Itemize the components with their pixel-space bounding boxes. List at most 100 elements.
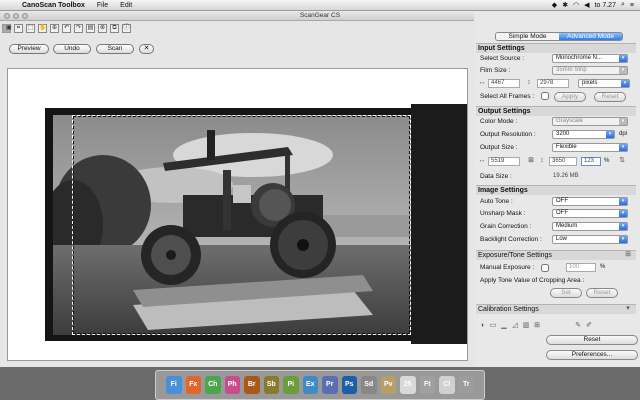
move-icon[interactable]: ✋ (38, 23, 47, 33)
crop-icon[interactable]: ⌗ (14, 23, 23, 33)
final-review-icon[interactable]: ⊞ (533, 322, 541, 330)
output-size-label: Output Size : (480, 144, 518, 151)
select-all-icon[interactable]: ⬚ (26, 23, 35, 33)
unsharp-mask-value: OFF (556, 210, 568, 216)
manual-exposure-unit: % (600, 264, 606, 270)
close-window-icon[interactable] (4, 13, 10, 19)
clear-icon[interactable]: ✕ (139, 44, 154, 54)
auto-crop-icon[interactable]: ▤ (86, 23, 95, 33)
rotate-right-icon[interactable]: ↷ (74, 23, 83, 33)
histogram-icon[interactable]: ▁ (500, 322, 508, 330)
dock-item-13[interactable]: Ft (419, 376, 435, 394)
apply-button[interactable]: Apply (554, 92, 586, 102)
dock-item-12[interactable]: 25 (400, 376, 416, 394)
threshold-icon[interactable]: ▥ (522, 322, 530, 330)
scan-button[interactable]: Scan (96, 44, 134, 54)
exposure-tone-header[interactable]: Exposure/Tone Settings (476, 250, 636, 260)
menu-edit[interactable]: Edit (114, 2, 138, 9)
menu-file[interactable]: File (91, 2, 114, 9)
chevron-down-icon[interactable]: ▾ (624, 305, 632, 313)
notification-icon[interactable]: ≡ (630, 2, 634, 9)
volume-icon[interactable]: ◀ (584, 1, 589, 9)
dock-item-7[interactable]: Ex (302, 376, 318, 394)
dock-item-6[interactable]: Pi (283, 376, 299, 394)
saturation-icon[interactable]: ▭ (489, 322, 497, 330)
crop-box[interactable] (72, 115, 411, 335)
set-button[interactable]: Set (550, 288, 582, 298)
height-icon: ↕ (527, 79, 531, 86)
brightness-icon[interactable]: ◑ (478, 322, 486, 330)
rotate-left-icon[interactable]: ↶ (62, 23, 71, 33)
dock-item-10[interactable]: Sd (361, 376, 377, 394)
manual-exposure-field[interactable]: 100 (566, 263, 596, 272)
zoom-window-icon[interactable] (22, 13, 28, 19)
wifi-icon[interactable]: ◠ (573, 1, 579, 9)
auto-tone-dropdown[interactable]: OFF ▾ (552, 197, 628, 206)
menu-bar: CanoScan Toolbox File Edit ◆ ✱ ◠ ◀ to 7.… (0, 0, 640, 11)
dock-item-9[interactable]: Ps (341, 376, 357, 394)
film-size-dropdown[interactable]: 35mm Strip ▾ (552, 66, 628, 75)
tone-curve-icon[interactable]: ◿ (511, 322, 519, 330)
output-settings-header[interactable]: Output Settings (476, 106, 636, 116)
color-mode-value: Grayscale (556, 118, 584, 124)
dock-item-3[interactable]: Ph (224, 376, 240, 394)
color-mode-label: Color Mode : (480, 118, 518, 125)
manual-exposure-checkbox[interactable] (541, 264, 549, 272)
multi-crop-icon[interactable]: ⧉ (110, 23, 119, 33)
dock-item-15[interactable]: Tr (458, 376, 474, 394)
chevron-down-icon: ▾ (619, 67, 627, 74)
grain-correction-dropdown[interactable]: Medium ▾ (552, 222, 628, 231)
minimize-window-icon[interactable] (13, 13, 19, 19)
input-height-field[interactable]: 2978 (537, 79, 569, 88)
dock-item-8[interactable]: Pr (322, 376, 338, 394)
info-icon[interactable]: ⓘ (122, 23, 131, 33)
scale-field[interactable]: 123 (581, 157, 601, 166)
tone-reset-button[interactable]: Reset (586, 288, 618, 298)
input-settings-header[interactable]: Input Settings (476, 43, 636, 53)
dock-item-2[interactable]: Ch (205, 376, 221, 394)
dock-item-14[interactable]: Cl (439, 376, 455, 394)
preferences-button[interactable]: Preferences... (546, 350, 638, 360)
menu-app-name[interactable]: CanoScan Toolbox (16, 2, 91, 9)
select-source-dropdown[interactable]: Monochrome N... ▾ (552, 54, 628, 63)
simple-mode-tab[interactable]: Simple Mode (496, 33, 559, 40)
preview-area[interactable] (7, 68, 468, 361)
dropbox-icon[interactable]: ◆ (552, 1, 557, 9)
unit-dropdown[interactable]: pixels ▾ (578, 79, 630, 88)
color-mode-dropdown[interactable]: Grayscale ▾ (552, 117, 628, 126)
resolution-dropdown[interactable]: 3200 ▾ (552, 130, 615, 139)
dock-item-11[interactable]: Pv (380, 376, 396, 394)
preview-button[interactable]: Preview (9, 44, 49, 54)
output-width-field[interactable]: 5519 (488, 157, 520, 166)
zoom-icon[interactable]: ⊕ (50, 23, 59, 33)
calibration-settings-header[interactable]: Calibration Settings (476, 304, 636, 314)
dock-item-0[interactable]: Fi (166, 376, 182, 394)
window-title: ScanGear CS (299, 12, 341, 19)
advanced-mode-tab[interactable]: Advanced Mode (559, 33, 622, 40)
output-size-dropdown[interactable]: Flexible ▾ (552, 143, 628, 152)
dock-item-4[interactable]: Br (244, 376, 260, 394)
output-height-field[interactable]: 3650 (549, 157, 577, 166)
spotlight-icon[interactable]: ⌕ (621, 1, 625, 9)
dock-item-5[interactable]: Sb (263, 376, 279, 394)
expand-icon[interactable]: ⊞ (624, 251, 632, 259)
image-settings-header[interactable]: Image Settings (476, 185, 636, 195)
input-width-field[interactable]: 4467 (488, 79, 520, 88)
chevron-down-icon: ▾ (606, 131, 614, 138)
link-icon[interactable]: ⊠ (527, 157, 535, 165)
reset-button[interactable]: Reset (546, 335, 638, 345)
resolution-value: 3200 (556, 131, 570, 137)
backlight-correction-dropdown[interactable]: Low ▾ (552, 235, 628, 244)
unsharp-mask-dropdown[interactable]: OFF ▾ (552, 209, 628, 218)
swap-icon[interactable]: ⇅ (618, 157, 626, 165)
select-all-frames-checkbox[interactable] (541, 92, 549, 100)
gray-point-icon[interactable]: ✐ (585, 322, 593, 330)
remove-crop-icon[interactable]: ⊗ (98, 23, 107, 33)
bluetooth-icon[interactable]: ✱ (562, 1, 568, 9)
eyedropper-icon[interactable]: ✎ (574, 322, 582, 330)
clock-text[interactable]: to 7.27 (595, 2, 616, 9)
undo-button[interactable]: Undo (53, 44, 91, 54)
whole-image-icon[interactable]: ▣ (2, 23, 12, 33)
input-reset-button[interactable]: Reset (594, 92, 626, 102)
dock-item-1[interactable]: Fx (185, 376, 201, 394)
